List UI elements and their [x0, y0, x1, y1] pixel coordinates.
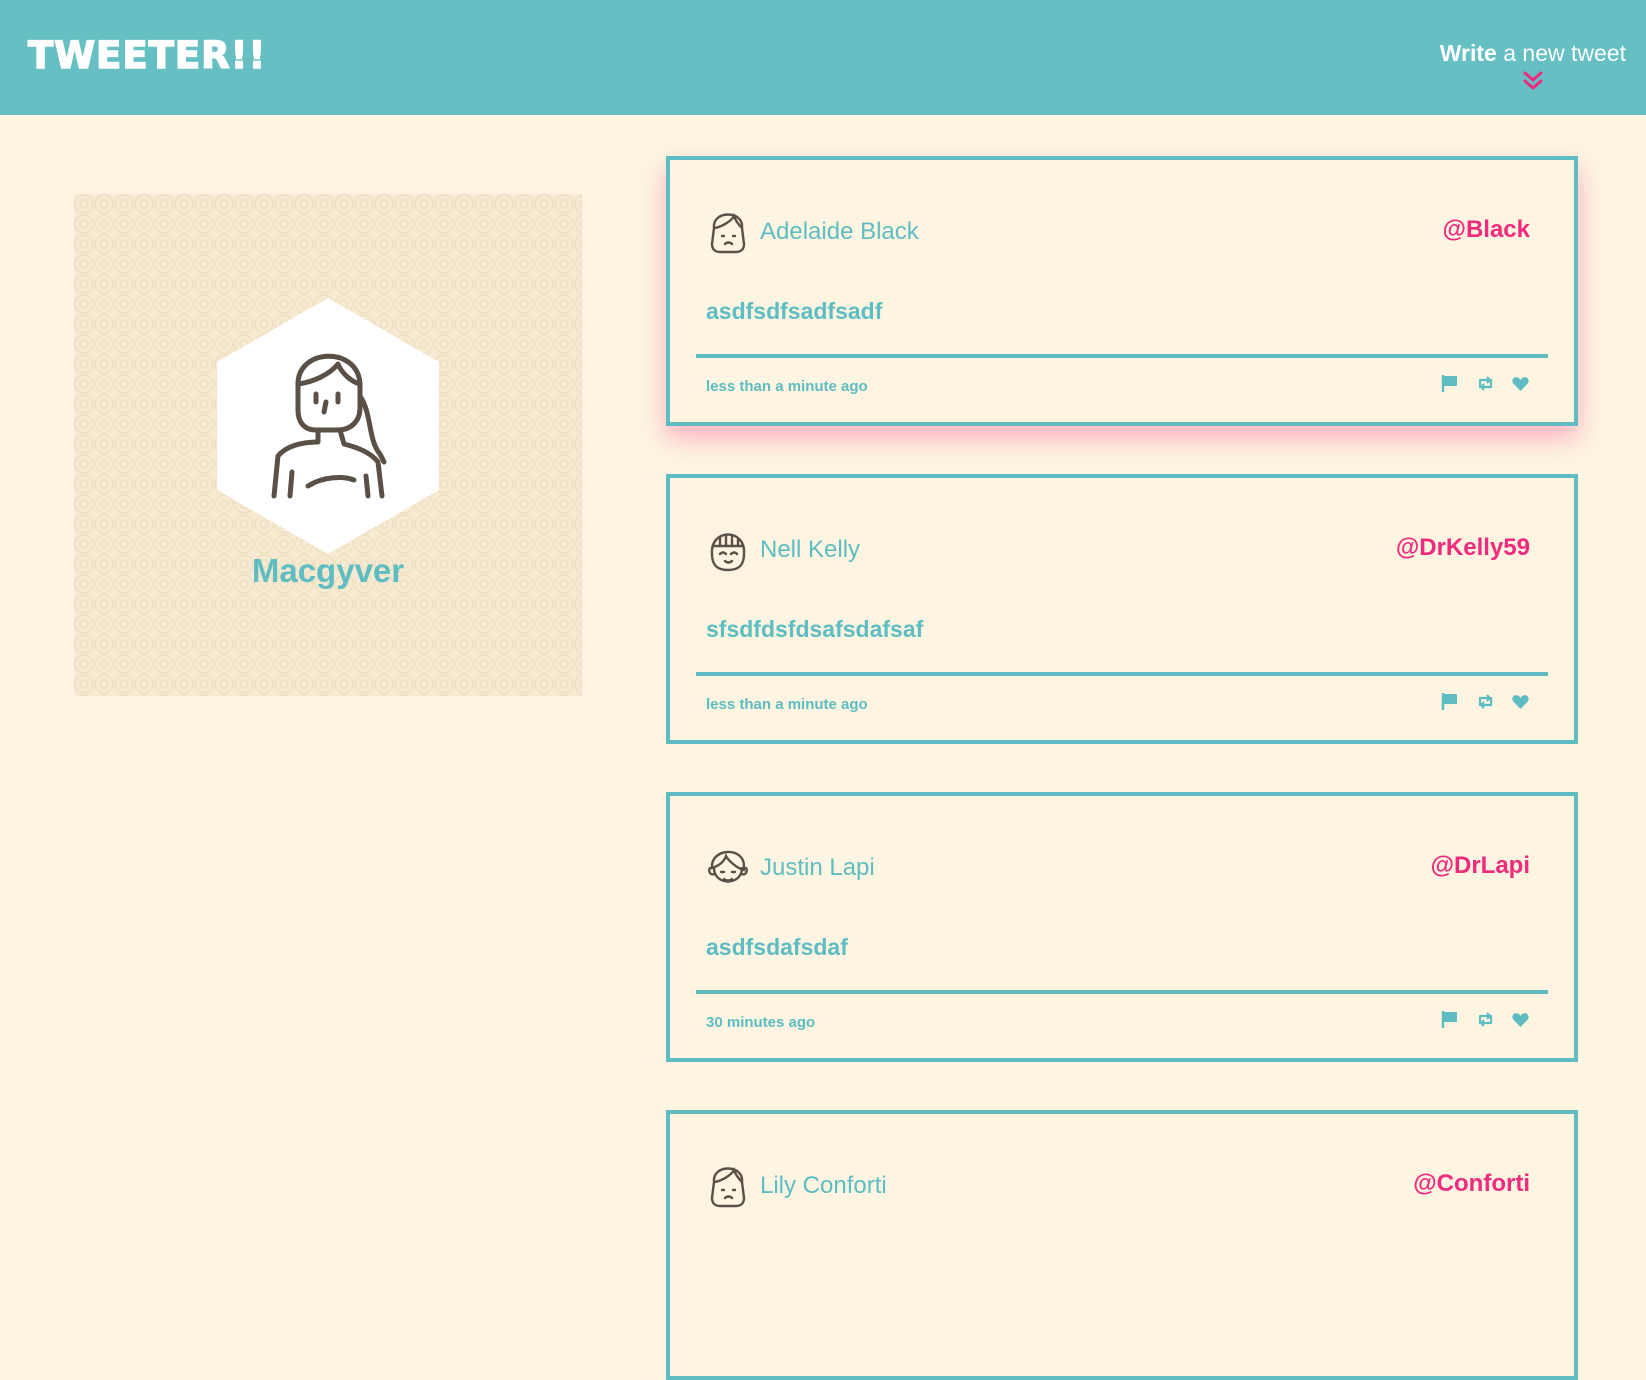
tweet-handle[interactable]: @Black — [1443, 216, 1530, 244]
chevron-double-down-icon — [1523, 71, 1543, 90]
tweet-text: asdfsdafsdaf — [706, 934, 848, 960]
tweet-divider — [696, 354, 1548, 358]
male-avatar-icon — [708, 850, 748, 883]
tweet-actions — [1441, 1010, 1530, 1029]
top-navbar: TWEETER!! Write a new tweet — [0, 0, 1646, 115]
tweet-actions — [1441, 374, 1530, 393]
compose-label-bold: Write — [1439, 40, 1497, 66]
tweet-author-name: Nell Kelly — [760, 536, 861, 563]
heart-icon[interactable] — [1511, 374, 1530, 393]
tweet-timestamp: 30 minutes ago — [706, 1014, 816, 1031]
tweet-handle[interactable]: @Conforti — [1413, 1170, 1530, 1198]
tweet-author-name: Justin Lapi — [760, 854, 875, 881]
tweet-card: Justin Lapi @DrLapi asdfsdafsdaf 30 minu… — [666, 792, 1578, 1062]
tweet-card: Nell Kelly @DrKelly59 sfsdfdsfdsafsdafsa… — [666, 474, 1578, 744]
tweet-text: sfsdfdsfdsafsdafsaf — [706, 616, 924, 642]
retweet-icon[interactable] — [1476, 374, 1495, 393]
tweet-card: Adelaide Black @Black asdfsdfsadfsadf le… — [666, 156, 1578, 426]
compose-label: a new tweet — [1496, 40, 1626, 66]
tweet-divider — [696, 672, 1548, 676]
tweet-handle[interactable]: @DrLapi — [1431, 852, 1530, 880]
female-avatar-icon — [710, 1166, 746, 1208]
compose-toggle-button[interactable]: Write a new tweet — [1440, 40, 1626, 92]
profile-name: Macgyver — [251, 552, 405, 589]
brand-logo[interactable]: TWEETER!! — [27, 33, 266, 78]
profile-avatar-hexagon — [217, 298, 439, 554]
tweet-divider — [696, 990, 1548, 994]
tweet-text: asdfsdfsadfsadf — [706, 298, 883, 324]
female-avatar-icon — [710, 533, 746, 572]
female-avatar-icon — [710, 212, 746, 254]
tweet-card: Lily Conforti @Conforti — [666, 1110, 1578, 1380]
tweet-actions — [1441, 692, 1530, 711]
retweet-icon[interactable] — [1476, 1010, 1495, 1029]
flag-icon[interactable] — [1441, 1010, 1460, 1029]
heart-icon[interactable] — [1511, 692, 1530, 711]
tweet-timestamp: less than a minute ago — [706, 696, 868, 713]
tweet-handle[interactable]: @DrKelly59 — [1396, 534, 1530, 562]
flag-icon[interactable] — [1441, 374, 1460, 393]
tweet-author-name: Adelaide Black — [760, 218, 919, 245]
retweet-icon[interactable] — [1476, 692, 1495, 711]
tweet-author-name: Lily Conforti — [760, 1172, 887, 1199]
user-profile-card: Macgyver — [74, 194, 582, 696]
flag-icon[interactable] — [1441, 692, 1460, 711]
tweet-timestamp: less than a minute ago — [706, 378, 868, 395]
female-user-avatar-icon — [271, 353, 387, 499]
heart-icon[interactable] — [1511, 1010, 1530, 1029]
